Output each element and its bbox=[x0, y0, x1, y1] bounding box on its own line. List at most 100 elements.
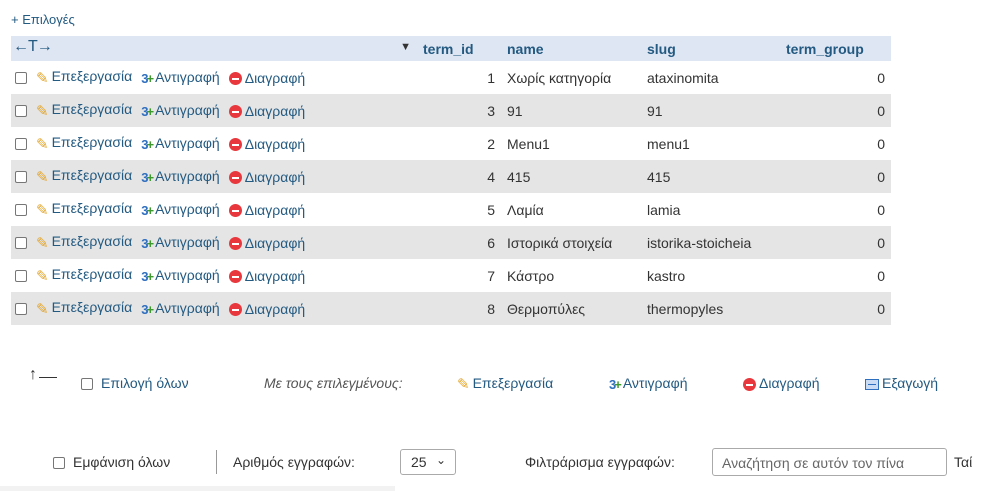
column-header-term-id[interactable]: term_id bbox=[417, 36, 501, 61]
filter-rows-input[interactable]: Αναζήτηση σε αυτόν τον πίνα bbox=[712, 448, 947, 476]
show-all-label[interactable]: Εμφάνιση όλων bbox=[73, 454, 170, 470]
copy-button[interactable]: 3+ Αντιγραφή bbox=[141, 69, 219, 86]
table-header-row: ←T→ ▼ term_id name slug term_group bbox=[11, 36, 891, 61]
copy-icon: 3+ bbox=[141, 268, 154, 284]
delete-label: Διαγραφή bbox=[244, 300, 306, 317]
copy-label: Αντιγραφή bbox=[155, 168, 220, 185]
copy-button[interactable]: 3+ Αντιγραφή bbox=[141, 300, 220, 317]
delete-button[interactable]: Διαγραφή bbox=[228, 201, 306, 218]
show-all-checkbox[interactable] bbox=[53, 457, 65, 470]
delete-icon bbox=[743, 377, 756, 391]
delete-button[interactable]: Διαγραφή bbox=[228, 70, 305, 86]
row-checkbox[interactable] bbox=[15, 137, 27, 150]
copy-button[interactable]: 3+ Αντιγραφή bbox=[141, 102, 219, 119]
with-selected-label: Με τους επιλεγμένους: bbox=[264, 375, 403, 391]
copy-button[interactable]: 3+ Αντιγραφή bbox=[141, 201, 220, 218]
row-actions: ✎ Επεξεργασία 3+ Αντιγραφή Διαγραφή bbox=[11, 226, 417, 259]
rows-count-select[interactable]: 25 ⌄ bbox=[400, 449, 456, 475]
cell-name: Λαμία bbox=[501, 193, 641, 226]
edit-button[interactable]: ✎ Επεξεργασία bbox=[36, 167, 133, 186]
bottom-strip bbox=[0, 486, 395, 491]
options-link[interactable]: + Επιλογές bbox=[11, 12, 75, 27]
delete-icon bbox=[228, 204, 242, 218]
edit-label: Επεξεργασία bbox=[51, 167, 133, 184]
bulk-export-button[interactable]: Εξαγωγή bbox=[865, 375, 938, 391]
cell-name: 91 bbox=[501, 94, 641, 127]
delete-button[interactable]: Διαγραφή bbox=[228, 235, 305, 251]
cell-slug: menu1 bbox=[641, 127, 780, 160]
copy-icon: 3+ bbox=[141, 301, 154, 317]
column-controls-header: ←T→ ▼ bbox=[11, 36, 417, 61]
delete-label: Διαγραφή bbox=[244, 201, 306, 218]
cell-term-group: 0 bbox=[780, 94, 891, 127]
row-actions: ✎ Επεξεργασία 3+ Αντιγραφή Διαγραφή bbox=[11, 193, 417, 226]
row-checkbox[interactable] bbox=[15, 170, 27, 183]
edit-label: Επεξεργασία bbox=[51, 200, 133, 217]
edit-button[interactable]: ✎ Επεξεργασία bbox=[36, 266, 132, 284]
delete-button[interactable]: Διαγραφή bbox=[228, 135, 306, 152]
row-checkbox[interactable] bbox=[15, 104, 27, 117]
delete-icon bbox=[228, 171, 242, 185]
cell-slug: lamia bbox=[641, 193, 780, 226]
cell-term-id: 5 bbox=[417, 193, 501, 226]
column-header-term-group[interactable]: term_group bbox=[780, 36, 891, 61]
copy-label: Αντιγραφή bbox=[155, 201, 220, 218]
cell-name: 415 bbox=[501, 160, 641, 193]
copy-label: Αντιγραφή bbox=[155, 135, 220, 152]
pencil-icon: ✎ bbox=[36, 168, 49, 186]
row-checkbox[interactable] bbox=[15, 236, 27, 249]
row-checkbox[interactable] bbox=[15, 269, 27, 282]
pencil-icon: ✎ bbox=[457, 376, 470, 394]
edit-button[interactable]: ✎ Επεξεργασία bbox=[36, 101, 132, 119]
edit-label: Επεξεργασία bbox=[51, 134, 133, 151]
copy-button[interactable]: 3+ Αντιγραφή bbox=[141, 168, 220, 185]
cell-term-group: 0 bbox=[780, 127, 891, 160]
cell-term-id: 8 bbox=[417, 292, 501, 325]
bulk-copy-button[interactable]: 3+ Αντιγραφή bbox=[609, 375, 687, 392]
edit-button[interactable]: ✎ Επεξεργασία bbox=[36, 134, 133, 153]
truncated-label: Ταί bbox=[954, 454, 973, 470]
copy-button[interactable]: 3+ Αντιγραφή bbox=[141, 234, 220, 251]
edit-button[interactable]: ✎ Επεξεργασία bbox=[36, 68, 132, 86]
row-checkbox[interactable] bbox=[15, 71, 27, 84]
delete-label: Διαγραφή bbox=[244, 135, 306, 152]
column-header-name[interactable]: name bbox=[501, 36, 641, 61]
sort-dropdown-icon[interactable]: ▼ bbox=[400, 41, 411, 53]
show-all[interactable]: Εμφάνιση όλων bbox=[53, 454, 170, 470]
column-toggle-arrows[interactable]: ←T→ bbox=[13, 38, 53, 56]
rows-count-label: Αριθμός εγγραφών: bbox=[233, 454, 355, 470]
bulk-edit-button[interactable]: ✎ Επεξεργασία bbox=[457, 375, 553, 393]
copy-icon: 3+ bbox=[141, 70, 154, 86]
delete-button[interactable]: Διαγραφή bbox=[228, 168, 306, 185]
delete-button[interactable]: Διαγραφή bbox=[228, 103, 305, 119]
delete-label: Διαγραφή bbox=[244, 168, 306, 185]
row-checkbox[interactable] bbox=[15, 203, 27, 216]
arrow-up-icon: ↑ bbox=[29, 366, 37, 383]
column-header-slug[interactable]: slug bbox=[641, 36, 780, 61]
select-all-label[interactable]: Επιλογή όλων bbox=[101, 375, 189, 391]
delete-button[interactable]: Διαγραφή bbox=[228, 268, 305, 284]
cell-slug: 91 bbox=[641, 94, 780, 127]
select-all[interactable]: Επιλογή όλων bbox=[81, 375, 189, 391]
select-all-checkbox[interactable] bbox=[81, 378, 93, 391]
copy-icon: 3+ bbox=[141, 235, 154, 251]
copy-label: Αντιγραφή bbox=[155, 234, 220, 251]
pencil-icon: ✎ bbox=[36, 135, 49, 153]
edit-button[interactable]: ✎ Επεξεργασία bbox=[36, 299, 132, 318]
pencil-icon: ✎ bbox=[36, 201, 49, 219]
pencil-icon: ✎ bbox=[36, 300, 49, 318]
delete-button[interactable]: Διαγραφή bbox=[228, 300, 306, 317]
delete-icon bbox=[228, 105, 242, 119]
cell-term-id: 6 bbox=[417, 226, 501, 259]
copy-label: Αντιγραφή bbox=[155, 300, 220, 317]
edit-button[interactable]: ✎ Επεξεργασία bbox=[36, 233, 132, 251]
row-checkbox[interactable] bbox=[15, 302, 27, 315]
copy-icon: 3+ bbox=[141, 103, 154, 119]
copy-button[interactable]: 3+ Αντιγραφή bbox=[141, 135, 220, 152]
edit-button[interactable]: ✎ Επεξεργασία bbox=[36, 200, 133, 219]
bulk-delete-button[interactable]: Διαγραφή bbox=[743, 375, 819, 391]
copy-button[interactable]: 3+ Αντιγραφή bbox=[141, 267, 219, 284]
divider bbox=[216, 450, 217, 474]
cell-name: Ιστορικά στοιχεία bbox=[501, 226, 641, 259]
chevron-down-icon: ⌄ bbox=[435, 453, 446, 467]
